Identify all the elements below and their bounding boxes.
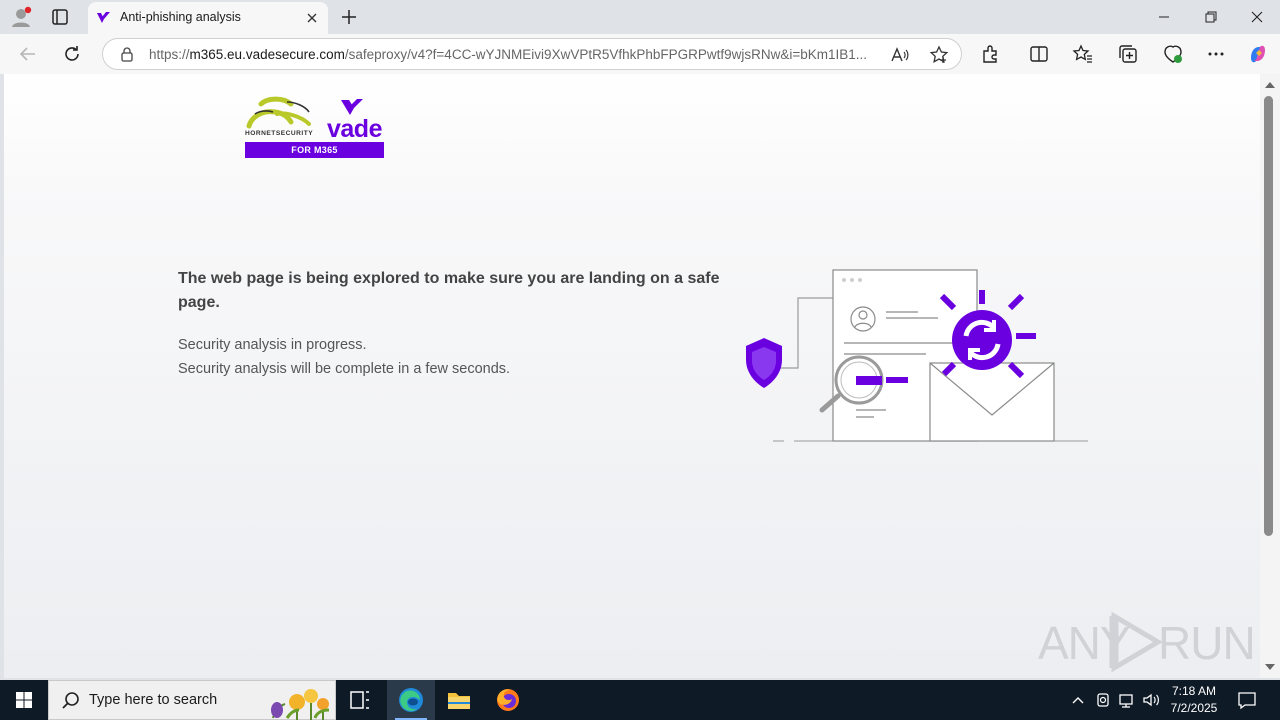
status-line-progress: Security analysis in progress. [178, 337, 367, 353]
watermark-run: RUN [1158, 617, 1256, 669]
browser-essentials-icon[interactable] [1162, 43, 1184, 65]
clock-date: 7/2/2025 [1170, 701, 1218, 715]
restore-icon[interactable] [1187, 4, 1233, 30]
band-prefix: FOR [291, 145, 312, 155]
vade-mark-icon [341, 99, 363, 115]
network-icon[interactable] [1117, 690, 1137, 710]
scroll-up-arrow-icon[interactable] [1264, 80, 1276, 90]
read-aloud-icon[interactable] [889, 45, 909, 65]
profile-icon[interactable] [10, 6, 34, 28]
tab-anti-phishing[interactable]: Anti-phishing analysis [88, 2, 328, 34]
task-view-icon[interactable] [336, 680, 384, 720]
search-placeholder: Type here to search [89, 692, 218, 708]
browser-titlebar: Anti-phishing analysis [0, 0, 1280, 34]
page-scrollbar[interactable] [1260, 74, 1280, 678]
scrollbar-thumb[interactable] [1264, 96, 1273, 536]
vade-wordmark: vade [327, 115, 382, 143]
url-path: /safeproxy/v4?f=4CC-wYJNMEivi9XwVPtR5Vfh… [344, 47, 868, 62]
close-window-icon[interactable] [1234, 4, 1280, 30]
new-tab-icon[interactable] [338, 6, 360, 28]
anyrun-watermark: ANY RUN [1038, 610, 1256, 674]
scroll-down-arrow-icon[interactable] [1264, 662, 1276, 672]
url-host: m365.eu.vadesecure.com [189, 47, 345, 62]
search-highlight-flowers-icon [271, 689, 330, 720]
file-explorer-icon[interactable] [435, 680, 483, 720]
search-icon [61, 691, 81, 711]
address-bar[interactable]: https://m365.eu.vadesecure.com/safeproxy… [102, 38, 962, 70]
minimize-icon[interactable] [1141, 4, 1187, 30]
browser-toolbar: https://m365.eu.vadesecure.com/safeproxy… [0, 34, 1280, 74]
extensions-icon[interactable] [980, 43, 1002, 65]
tray-chevron-up-icon[interactable] [1068, 690, 1088, 710]
tab-title: Anti-phishing analysis [120, 10, 241, 24]
tray-device-icon[interactable] [1093, 690, 1113, 710]
firefox-icon[interactable] [484, 680, 532, 720]
favorite-star-icon[interactable] [929, 45, 949, 65]
tab-actions-icon[interactable] [48, 6, 72, 28]
more-menu-icon[interactable] [1205, 43, 1227, 65]
copilot-icon[interactable] [1247, 43, 1269, 65]
for-m365-band: FOR M365 [245, 142, 384, 158]
band-product: M365 [314, 145, 338, 155]
hornet-logo-icon [246, 96, 311, 129]
favorites-icon[interactable] [1072, 43, 1094, 65]
windows-taskbar: Type here to search 7:18 AM 7/2/2025 [0, 680, 1280, 720]
volume-icon[interactable] [1141, 690, 1161, 710]
vade-favicon-icon [96, 11, 112, 25]
clock-time: 7:18 AM [1171, 684, 1217, 698]
notification-icon[interactable] [1236, 690, 1258, 710]
windows-start-icon[interactable] [0, 680, 48, 720]
edge-taskbar-icon[interactable] [387, 680, 435, 720]
page-content: HORNETSECURITY vade FOR M365 The web pag… [4, 74, 1260, 678]
lock-icon[interactable] [119, 46, 135, 62]
back-arrow-icon[interactable] [16, 42, 40, 66]
taskbar-clock[interactable]: 7:18 AM 7/2/2025 [1166, 683, 1222, 717]
url-scheme: https:// [149, 47, 190, 62]
hornetsecurity-vade-logo: HORNETSECURITY vade FOR M365 [245, 96, 385, 158]
refresh-icon[interactable] [60, 42, 84, 66]
security-analysis-illustration [746, 269, 1088, 442]
url-text[interactable]: https://m365.eu.vadesecure.com/safeproxy… [149, 47, 879, 62]
hornetsecurity-text: HORNETSECURITY [245, 130, 314, 137]
page-title: The web page is being explored to make s… [178, 270, 720, 311]
tab-close-icon[interactable] [302, 8, 322, 28]
split-screen-icon[interactable] [1028, 43, 1050, 65]
status-line-eta: Security analysis will be complete in a … [178, 361, 511, 377]
taskbar-search-box[interactable]: Type here to search [48, 680, 336, 720]
collections-icon[interactable] [1117, 43, 1139, 65]
